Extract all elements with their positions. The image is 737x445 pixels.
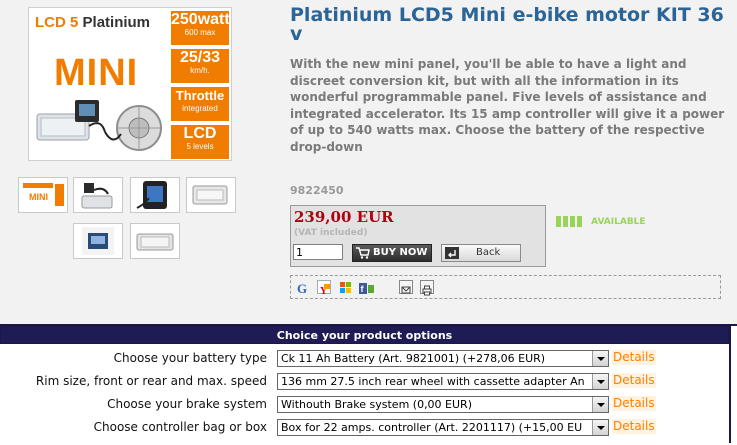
battery-details-link[interactable]: Details bbox=[612, 350, 656, 365]
thumbnail-box[interactable] bbox=[186, 177, 236, 213]
thumbnail-controller-2[interactable] bbox=[130, 223, 180, 259]
windows-live-icon[interactable] bbox=[339, 280, 353, 294]
chevron-down-icon[interactable] bbox=[592, 420, 608, 435]
chevron-down-icon[interactable] bbox=[592, 397, 608, 412]
image-banner-lcd: LCD 5 bbox=[35, 14, 79, 31]
email-icon-glyph bbox=[401, 286, 411, 294]
yahoo-icon-glyph: Y bbox=[320, 284, 330, 297]
price-box: 239,00 EUR (VAT included) BUY NOW Back bbox=[290, 205, 546, 267]
brake-details-link[interactable]: Details bbox=[612, 396, 656, 411]
thumbnail-kit[interactable]: MINI bbox=[18, 177, 68, 213]
option-label-battery: Choose your battery type bbox=[113, 351, 267, 365]
print-icon[interactable] bbox=[420, 280, 434, 296]
email-icon[interactable] bbox=[399, 280, 413, 294]
option-label-brake: Choose your brake system bbox=[107, 397, 267, 411]
image-tile-power-big: 250watt bbox=[171, 11, 230, 28]
image-tile-lcd-small: 5 levels bbox=[186, 142, 214, 151]
thumbnail-lcd5-mini-panel[interactable] bbox=[73, 223, 123, 259]
image-banner-platinium: Platinium bbox=[82, 14, 151, 31]
image-tile-speed: 25/33 km/h. bbox=[171, 49, 229, 83]
google-icon[interactable]: G bbox=[297, 280, 311, 296]
image-tile-lcd: LCD 5 levels bbox=[171, 125, 229, 159]
controller-bag-select[interactable]: Box for 22 amps. controller (Art. 220111… bbox=[277, 419, 609, 436]
brake-system-value: Withouth Brake system (0,00 EUR) bbox=[281, 398, 472, 411]
product-title: Platinium LCD5 Mini e-bike motor KIT 36 … bbox=[290, 4, 724, 45]
option-row-rim: Rim size, front or rear and max. speed 1… bbox=[0, 371, 729, 394]
svg-text:MINI: MINI bbox=[29, 192, 48, 202]
thumbnail-box-image bbox=[192, 185, 228, 205]
chevron-down-icon[interactable] bbox=[592, 351, 608, 366]
thumbnail-controller-image bbox=[81, 183, 113, 209]
options-panel-right-border bbox=[729, 324, 731, 443]
back-label: Back bbox=[476, 247, 501, 258]
image-tile-speed-small: km/h. bbox=[190, 66, 210, 75]
image-tile-speed-big: 25/33 bbox=[179, 49, 221, 66]
thumbnail-kit-image: MINI bbox=[22, 181, 64, 209]
options-header: Choice your product options bbox=[0, 326, 729, 344]
option-row-brake: Choose your brake system Withouth Brake … bbox=[0, 394, 729, 417]
thumbnail-lcd5-mini-panel-image bbox=[82, 227, 114, 255]
image-tile-throttle-small: integrated bbox=[182, 104, 218, 113]
availability-indicator: AVAILABLE bbox=[556, 211, 646, 230]
svg-text:G: G bbox=[297, 281, 307, 295]
image-tile-throttle-big: Throttle bbox=[175, 88, 225, 103]
quantity-input[interactable] bbox=[293, 244, 343, 260]
windows-live-icon-glyph bbox=[340, 282, 351, 293]
share-box: G Y f bbox=[290, 275, 721, 299]
availability-bar bbox=[563, 216, 568, 227]
product-sku: 9822450 bbox=[290, 184, 344, 197]
thumbnail-display[interactable] bbox=[130, 177, 180, 213]
option-label-rim: Rim size, front or rear and max. speed bbox=[35, 374, 267, 388]
google-icon-glyph: G bbox=[297, 281, 307, 296]
print-icon-glyph bbox=[422, 285, 432, 296]
product-description: With the new mini panel, you'll be able … bbox=[290, 57, 725, 154]
back-arrow-icon bbox=[445, 247, 459, 259]
rim-size-select[interactable]: 136 mm 27.5 inch rear wheel with cassett… bbox=[277, 373, 609, 390]
image-banner-title: LCD 5 Platinium bbox=[35, 14, 150, 31]
rim-size-value: 136 mm 27.5 inch rear wheel with cassett… bbox=[281, 375, 585, 388]
brake-system-select[interactable]: Withouth Brake system (0,00 EUR) bbox=[277, 396, 609, 413]
image-banner-mini: MINI bbox=[54, 52, 139, 94]
buy-now-button[interactable]: BUY NOW bbox=[352, 244, 432, 262]
facebook-icon-glyph: f bbox=[359, 283, 374, 294]
product-options-panel: Choice your product options Choose your … bbox=[0, 324, 737, 445]
option-row-controller: Choose controller bag or box Box for 22 … bbox=[0, 417, 729, 440]
battery-type-select[interactable]: Ck 11 Ah Battery (Art. 9821001) (+278,06… bbox=[277, 350, 609, 367]
availability-bar bbox=[556, 216, 561, 227]
image-tile-throttle: Throttle integrated bbox=[171, 87, 229, 121]
buy-now-label: BUY NOW bbox=[373, 247, 428, 258]
image-tile-power-small: 600 max bbox=[184, 28, 216, 37]
yahoo-icon[interactable]: Y bbox=[317, 280, 331, 297]
image-tile-lcd-big: LCD bbox=[183, 125, 217, 142]
thumbnail-controller-2-image bbox=[136, 233, 174, 251]
rim-details-link[interactable]: Details bbox=[612, 373, 656, 388]
thumbnail-controller[interactable] bbox=[73, 177, 123, 213]
availability-bar bbox=[577, 216, 582, 227]
controller-details-link[interactable]: Details bbox=[612, 419, 656, 434]
price: 239,00 EUR bbox=[294, 208, 394, 226]
main-product-image[interactable]: LCD 5 Platinium MINI 250watt 600 max 25/… bbox=[28, 7, 232, 161]
thumbnail-display-image bbox=[136, 181, 167, 209]
cart-icon bbox=[356, 247, 370, 259]
facebook-icon[interactable]: f bbox=[359, 280, 374, 294]
back-button[interactable]: Back bbox=[441, 244, 521, 262]
option-label-controller: Choose controller bag or box bbox=[93, 420, 267, 434]
vat-note: (VAT included) bbox=[294, 228, 368, 238]
controller-bag-value: Box for 22 amps. controller (Art. 220111… bbox=[281, 421, 583, 434]
availability-label: AVAILABLE bbox=[591, 216, 646, 227]
battery-type-value: Ck 11 Ah Battery (Art. 9821001) (+278,06… bbox=[281, 352, 546, 365]
chevron-down-icon[interactable] bbox=[592, 374, 608, 389]
image-tile-power: 250watt 600 max bbox=[171, 11, 230, 45]
availability-bar bbox=[570, 216, 575, 227]
option-row-battery: Choose your battery type Ck 11 Ah Batter… bbox=[0, 348, 729, 371]
kit-product-photo bbox=[36, 100, 162, 151]
